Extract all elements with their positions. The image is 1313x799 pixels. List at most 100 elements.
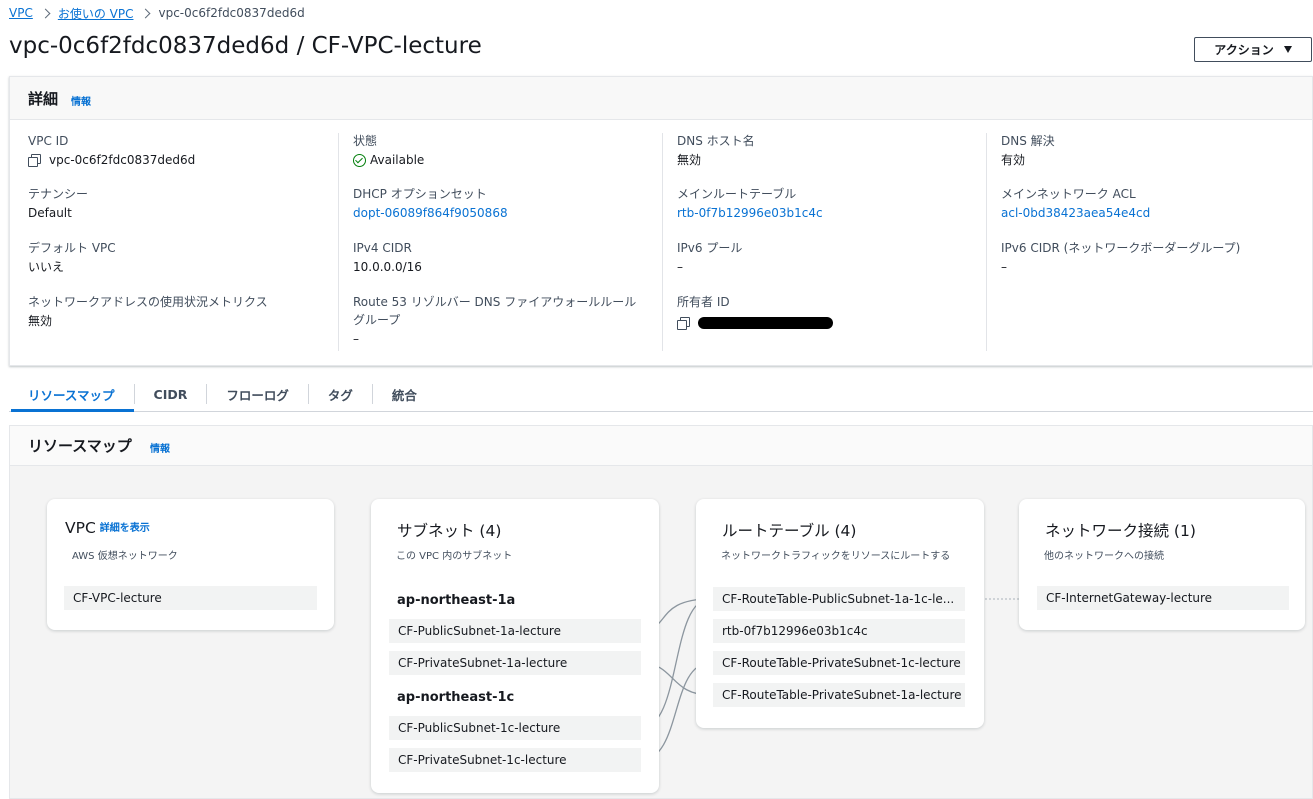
vpc-card-title-text: VPC bbox=[65, 519, 96, 537]
field-label: DNS ホスト名 bbox=[677, 134, 755, 148]
field-label: VPC ID bbox=[28, 134, 69, 148]
page-title: vpc-0c6f2fdc0837ded6d / CF-VPC-lecture bbox=[9, 33, 482, 59]
tab-integrations[interactable]: 統合 bbox=[373, 377, 436, 411]
chevron-right-icon bbox=[40, 8, 51, 18]
field-label: メインルートテーブル bbox=[677, 187, 797, 201]
vpc-id-value: vpc-0c6f2fdc0837ded6d bbox=[49, 153, 196, 167]
tab-tags[interactable]: タグ bbox=[309, 377, 372, 411]
details-title: 詳細 bbox=[28, 90, 59, 108]
tab-cidr[interactable]: CIDR bbox=[135, 377, 207, 411]
network-connections-card-title: ネットワーク接続 (1) bbox=[1045, 522, 1196, 540]
tab-bar: リソースマップ CIDR フローログ タグ 統合 bbox=[9, 377, 1313, 412]
subnets-card-subtitle: この VPC 内のサブネット bbox=[396, 551, 513, 562]
field-ipv6-cidr: IPv6 CIDR (ネットワークボーダーグループ) – bbox=[1001, 239, 1240, 276]
field-vpc-id: VPC ID vpc-0c6f2fdc0837ded6d bbox=[28, 132, 195, 169]
state-value: Available bbox=[370, 153, 425, 167]
field-label: Route 53 リゾルバー DNS ファイアウォールルール bbox=[353, 295, 637, 309]
field-ipv4-cidr: IPv4 CIDR 10.0.0.0/16 bbox=[353, 239, 422, 276]
resource-map-panel: リソースマップ 情報 VPC 詳細を表示 AWS 仮想ネットワーク CF-VPC-… bbox=[9, 425, 1313, 799]
field-route53: Route 53 リゾルバー DNS ファイアウォールルール グループ – bbox=[353, 293, 636, 348]
vpc-card-title: VPC 詳細を表示 bbox=[65, 519, 150, 537]
field-label: IPv6 プール bbox=[677, 241, 743, 255]
route-table-item[interactable]: CF-RouteTable-PrivateSubnet-1c-lecture bbox=[713, 651, 965, 675]
internet-gateway-item[interactable]: CF-InternetGateway-lecture bbox=[1037, 586, 1289, 610]
network-connections-card-subtitle: 他のネットワークへの接続 bbox=[1044, 551, 1164, 562]
copy-icon[interactable] bbox=[677, 317, 690, 330]
field-value: 無効 bbox=[28, 314, 53, 328]
resource-map-info-link[interactable]: 情報 bbox=[150, 440, 170, 455]
main-route-table-link[interactable]: rtb-0f7b12996e03b1c4c bbox=[677, 204, 823, 222]
field-address-metrics: ネットワークアドレスの使用状況メトリクス 無効 bbox=[28, 293, 268, 330]
field-dns-resolution: DNS 解決 有効 bbox=[1001, 132, 1055, 169]
field-default-vpc: デフォルト VPC いいえ bbox=[28, 239, 116, 276]
az-group-label: ap-northeast-1c bbox=[397, 690, 515, 705]
field-label: IPv4 CIDR bbox=[353, 241, 412, 255]
main-acl-link[interactable]: acl-0bd38423aea54e4cd bbox=[1001, 204, 1150, 222]
field-label: 所有者 ID bbox=[677, 295, 730, 309]
route-tables-card: ルートテーブル (4) ネットワークトラフィックをリソースにルートする CF-R… bbox=[696, 499, 984, 728]
subnet-item[interactable]: CF-PublicSubnet-1c-lecture bbox=[389, 716, 641, 740]
field-label: テナンシー bbox=[28, 187, 89, 201]
subnets-card-title: サブネット (4) bbox=[397, 522, 502, 540]
field-label: デフォルト VPC bbox=[28, 241, 116, 255]
field-value: 10.0.0.0/16 bbox=[353, 260, 422, 274]
resource-map-title: リソースマップ bbox=[28, 437, 132, 455]
field-tenancy: テナンシー Default bbox=[28, 185, 88, 222]
tab-flow-logs[interactable]: フローログ bbox=[207, 377, 308, 411]
details-info-link[interactable]: 情報 bbox=[71, 93, 91, 108]
subnet-item[interactable]: CF-PrivateSubnet-1a-lecture bbox=[389, 651, 641, 675]
vpc-card-subtitle: AWS 仮想ネットワーク bbox=[72, 551, 178, 562]
field-value: – bbox=[353, 332, 359, 346]
field-label: DNS 解決 bbox=[1001, 134, 1055, 148]
field-main-route-table: メインルートテーブル rtb-0f7b12996e03b1c4c bbox=[677, 185, 823, 222]
field-value: – bbox=[677, 260, 683, 274]
dhcp-options-link[interactable]: dopt-06089f864f9050868 bbox=[353, 204, 508, 222]
resource-map-header: リソースマップ 情報 bbox=[10, 426, 1312, 466]
breadcrumb-link-vpc[interactable]: VPC bbox=[9, 6, 33, 20]
breadcrumb-link-your-vpcs[interactable]: お使いの VPC bbox=[58, 5, 134, 22]
column-divider bbox=[986, 133, 987, 351]
field-owner-id: 所有者 ID bbox=[677, 293, 833, 332]
details-header: 詳細 情報 bbox=[10, 77, 1312, 120]
field-main-acl: メインネットワーク ACL acl-0bd38423aea54e4cd bbox=[1001, 185, 1150, 222]
vpc-details-link[interactable]: 詳細を表示 bbox=[100, 523, 150, 534]
field-label: DHCP オプションセット bbox=[353, 187, 487, 201]
subnets-card: サブネット (4) この VPC 内のサブネット ap-northeast-1a… bbox=[371, 499, 659, 793]
field-value: – bbox=[1001, 260, 1007, 274]
route-tables-card-title: ルートテーブル (4) bbox=[722, 522, 857, 540]
field-value: いいえ bbox=[28, 260, 65, 274]
route-table-item[interactable]: CF-RouteTable-PrivateSubnet-1a-lecture bbox=[713, 683, 965, 707]
field-value: Default bbox=[28, 206, 72, 220]
field-value: vpc-0c6f2fdc0837ded6d bbox=[28, 151, 195, 169]
route-table-item[interactable]: rtb-0f7b12996e03b1c4c bbox=[713, 619, 965, 643]
column-divider bbox=[338, 133, 339, 351]
vpc-card: VPC 詳細を表示 AWS 仮想ネットワーク CF-VPC-lecture bbox=[47, 499, 334, 630]
status-badge: Available bbox=[353, 151, 424, 169]
route-tables-card-subtitle: ネットワークトラフィックをリソースにルートする bbox=[721, 551, 951, 562]
details-panel: 詳細 情報 VPC ID vpc-0c6f2fdc0837ded6d テナンシー… bbox=[9, 76, 1313, 366]
tab-resource-map[interactable]: リソースマップ bbox=[9, 377, 134, 412]
field-dhcp-options: DHCP オプションセット dopt-06089f864f9050868 bbox=[353, 185, 508, 222]
copy-icon[interactable] bbox=[28, 154, 41, 167]
field-label: IPv6 CIDR (ネットワークボーダーグループ) bbox=[1001, 241, 1241, 255]
subnet-item[interactable]: CF-PrivateSubnet-1c-lecture bbox=[389, 748, 641, 772]
field-label: グループ bbox=[353, 313, 401, 327]
field-dns-hostnames: DNS ホスト名 無効 bbox=[677, 132, 755, 169]
check-circle-icon bbox=[353, 153, 366, 167]
chevron-right-icon bbox=[141, 8, 151, 18]
subnet-item[interactable]: CF-PublicSubnet-1a-lecture bbox=[389, 619, 641, 643]
field-ipv6-pool: IPv6 プール – bbox=[677, 239, 742, 276]
actions-button-label: アクション bbox=[1214, 43, 1274, 57]
field-value: 無効 bbox=[677, 153, 702, 167]
vpc-item[interactable]: CF-VPC-lecture bbox=[64, 586, 317, 610]
field-state: 状態 Available bbox=[353, 132, 424, 170]
route-table-item[interactable]: CF-RouteTable-PublicSubnet-1a-1c-le... bbox=[713, 587, 965, 611]
field-label: メインネットワーク ACL bbox=[1001, 187, 1136, 201]
network-connections-card: ネットワーク接続 (1) 他のネットワークへの接続 CF-InternetGat… bbox=[1019, 499, 1305, 630]
az-group-label: ap-northeast-1a bbox=[397, 593, 516, 608]
actions-button[interactable]: アクション bbox=[1194, 37, 1312, 62]
redacted-owner-id bbox=[698, 317, 833, 329]
field-value bbox=[677, 314, 833, 332]
column-divider bbox=[662, 133, 663, 351]
field-label: ネットワークアドレスの使用状況メトリクス bbox=[28, 295, 268, 309]
